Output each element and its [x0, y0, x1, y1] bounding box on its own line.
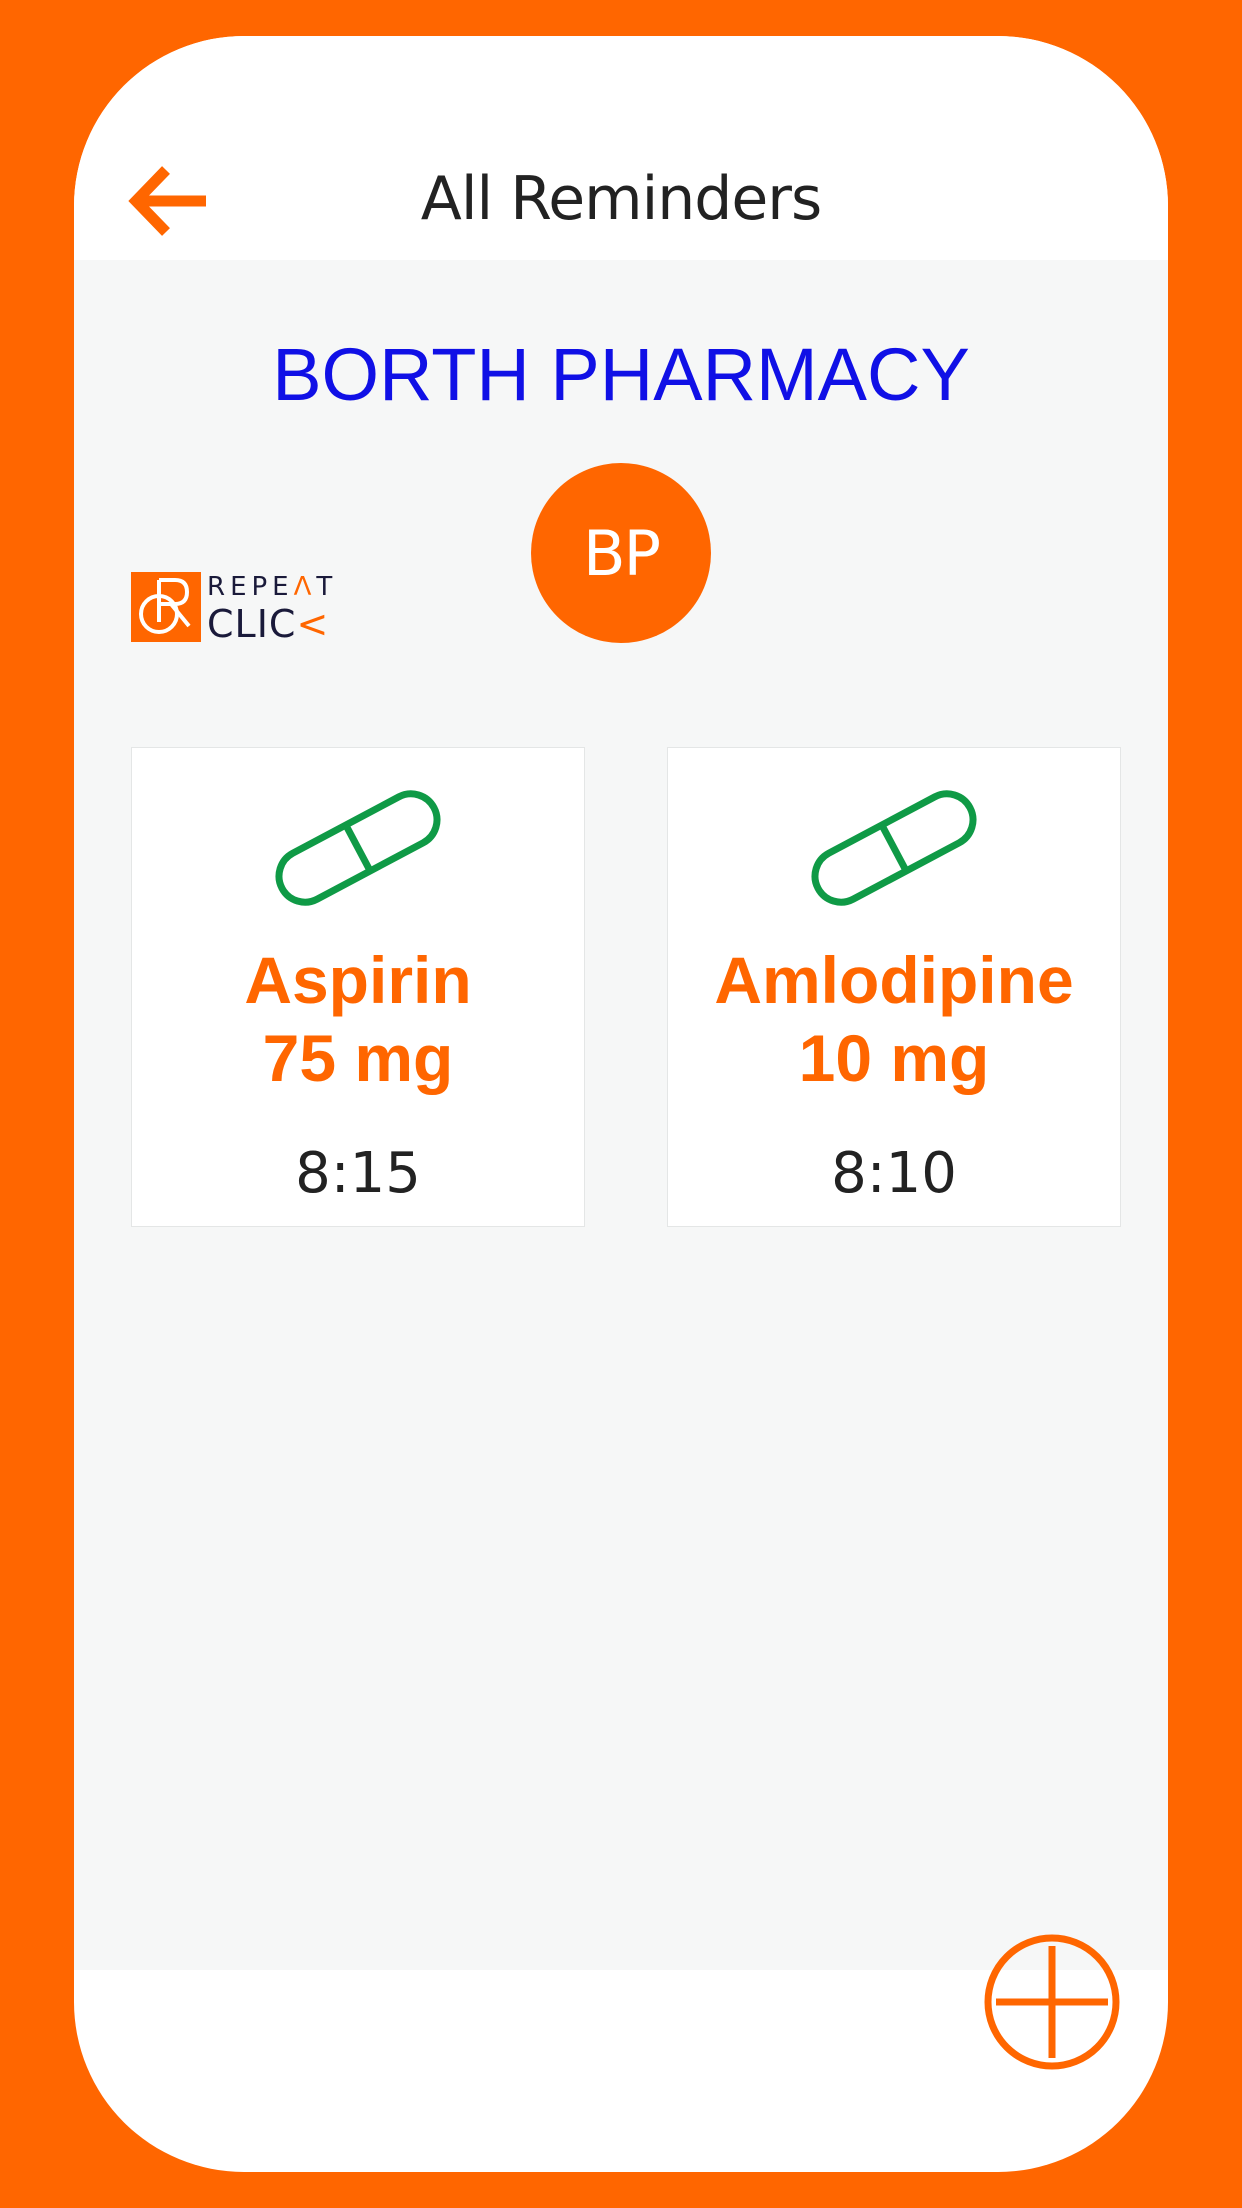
medication-name: Amlodipine [714, 943, 1074, 1017]
logo-badge [131, 572, 201, 642]
pharmacy-name: BORTH PHARMACY [272, 333, 970, 416]
logo-text-click: CLIC< [207, 602, 330, 646]
page-title: All Reminders [420, 164, 822, 234]
reminder-time: 8:15 [295, 1141, 421, 1206]
repeat-click-logo: REPEΛT CLIC< [131, 572, 332, 648]
reminder-card[interactable]: Amlodipine 10 mg 8:10 [667, 747, 1121, 1227]
reminder-time: 8:10 [831, 1141, 957, 1206]
plus-circle-icon [984, 1934, 1120, 2070]
medication-dose: 75 mg [262, 1021, 454, 1095]
pharmacy-initials: BP [583, 516, 661, 590]
reminder-card[interactable]: Aspirin 75 mg 8:15 [131, 747, 585, 1227]
add-reminder-button[interactable] [982, 1932, 1122, 2072]
pill-icon [811, 790, 977, 906]
logo-text-repeat: REPEΛT [207, 572, 338, 602]
phone-frame: All Reminders BORTH PHARMACY BP REPEΛT C… [74, 36, 1168, 2172]
header: All Reminders [74, 36, 1168, 260]
logo-mark-icon [139, 578, 191, 634]
pill-icon [275, 790, 441, 906]
medication-name: Aspirin [244, 943, 472, 1017]
medication-dose: 10 mg [798, 1021, 990, 1095]
pharmacy-avatar[interactable]: BP [531, 463, 711, 643]
reminders-content[interactable]: BORTH PHARMACY BP REPEΛT CLIC< Aspirin 7… [74, 260, 1168, 1970]
